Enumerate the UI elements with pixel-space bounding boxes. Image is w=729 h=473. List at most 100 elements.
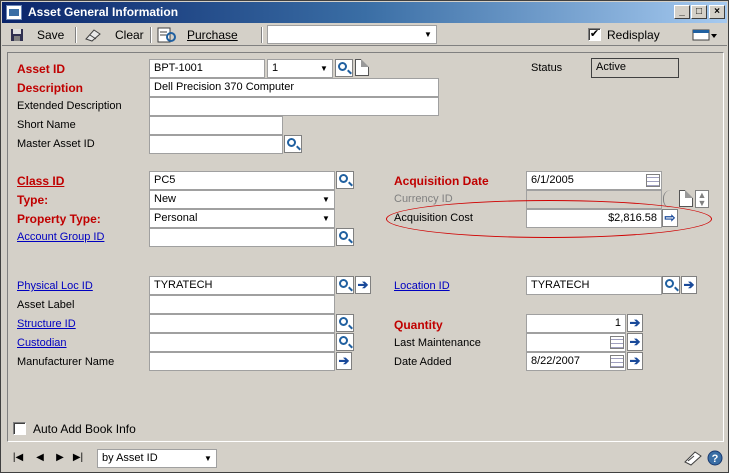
quantity-label: Quantity [394,318,443,332]
custodian-link[interactable]: Custodian [17,337,67,349]
asset-id-suffix-value: 1 [272,62,279,74]
maximize-button[interactable]: □ [691,5,707,19]
class-id-lookup-button[interactable] [336,171,354,189]
master-asset-id-label: Master Asset ID [17,138,95,150]
purchase-document-icon [157,27,176,43]
master-asset-lookup-button[interactable] [284,135,302,153]
chevron-down-icon: ▼ [424,30,432,39]
note-icon[interactable] [683,450,703,466]
manufacturer-name-field[interactable] [149,352,335,371]
previous-record-icon[interactable]: ◀ [33,451,47,465]
structure-lookup-button[interactable] [336,314,354,332]
eraser-icon [85,29,101,42]
window-options-button[interactable] [692,26,718,44]
date-added-arrow-icon[interactable]: ➔ [627,352,643,370]
status-bar: |◀ ◀ ▶ ▶| by Asset ID ▼ ? [7,447,724,469]
location-id-link[interactable]: Location ID [394,280,450,292]
description-field[interactable]: Dell Precision 370 Computer [149,78,439,97]
calendar-icon[interactable] [646,174,660,187]
manufacturer-name-label: Manufacturer Name [17,356,115,368]
asset-id-field[interactable]: BPT-1001 [149,59,265,78]
save-button[interactable]: Save [10,26,64,44]
redisplay-checkbox[interactable]: ✔ [588,28,601,41]
window-title: Asset General Information [28,5,179,19]
auto-add-book-info-label: Auto Add Book Info [33,422,136,436]
search-icon [665,279,674,288]
type-dropdown[interactable]: New ▼ [149,190,335,209]
account-group-id-field[interactable] [149,228,335,247]
calendar-icon[interactable] [610,355,624,368]
toolbar-combo[interactable]: ▼ [267,25,437,44]
acquisition-date-field[interactable]: 6/1/2005 [526,171,662,190]
search-icon [287,138,296,147]
search-icon [339,174,348,183]
auto-add-book-info-checkbox[interactable] [13,422,26,435]
close-button[interactable]: × [709,5,725,19]
asset-general-information-window: Asset General Information _ □ × Save Cle… [0,0,729,473]
structure-id-field[interactable] [149,314,335,333]
master-asset-id-field[interactable] [149,135,283,154]
asset-id-suffix-dropdown[interactable]: 1 ▼ [267,59,333,78]
asset-label-label: Asset Label [17,299,75,311]
physical-loc-id-field[interactable]: TYRATECH [149,276,335,295]
purchase-button[interactable]: Purchase [157,26,238,44]
floppy-disk-icon [11,29,23,41]
acquisition-cost-field[interactable]: $2,816.58 [526,209,662,228]
quantity-field[interactable]: 1 [526,314,626,333]
toolbar-separator [261,27,263,43]
next-record-icon[interactable]: ▶ [53,451,67,465]
asset-id-lookup-button[interactable] [335,59,353,77]
type-label: Type: [17,193,49,207]
first-record-icon[interactable]: |◀ [11,451,25,465]
manufacturer-arrow-icon[interactable]: ➔ [336,352,352,370]
custodian-lookup-button[interactable] [336,333,354,351]
chevron-down-icon: ▼ [322,195,330,204]
asset-label-field[interactable] [149,295,335,314]
account-group-lookup-button[interactable] [336,228,354,246]
search-icon [339,336,348,345]
class-id-link[interactable]: Class ID [17,174,64,188]
search-icon [339,231,348,240]
help-icon[interactable]: ? [707,450,723,466]
chevron-down-icon: ▼ [204,454,212,463]
new-document-icon[interactable] [355,59,369,76]
clear-label: Clear [115,28,144,42]
location-id-field[interactable]: TYRATECH [526,276,662,295]
sort-by-value: by Asset ID [102,452,158,464]
class-id-field[interactable]: PC5 [149,171,335,190]
asset-id-label: Asset ID [17,62,66,76]
search-icon [339,279,348,288]
extended-description-field[interactable] [149,97,439,116]
status-field: Active [591,58,679,78]
location-arrow-icon[interactable]: ➔ [681,276,697,294]
property-type-dropdown[interactable]: Personal ▼ [149,209,335,228]
date-added-label: Date Added [394,356,452,368]
window-icon [6,5,22,20]
account-group-id-link[interactable]: Account Group ID [17,231,104,243]
custodian-field[interactable] [149,333,335,352]
currency-new-icon [679,190,693,207]
clear-button[interactable]: Clear [84,26,144,44]
purchase-label: Purchase [187,28,238,42]
last-record-icon[interactable]: ▶| [71,451,85,465]
physical-loc-id-link[interactable]: Physical Loc ID [17,280,93,292]
short-name-field[interactable] [149,116,283,135]
physical-loc-lookup-button[interactable] [336,276,354,294]
extended-description-label: Extended Description [17,100,122,112]
toolbar-separator [75,27,77,43]
location-lookup-button[interactable] [662,276,680,294]
last-maintenance-arrow-icon[interactable]: ➔ [627,333,643,351]
svg-text:?: ? [712,453,719,465]
minimize-button[interactable]: _ [674,5,690,19]
search-icon [339,317,348,326]
physical-loc-arrow-icon[interactable]: ➔ [355,276,371,294]
calendar-icon[interactable] [610,336,624,349]
quantity-arrow-icon[interactable]: ➔ [627,314,643,332]
toolbar-separator [150,27,152,43]
sort-by-dropdown[interactable]: by Asset ID ▼ [97,449,217,468]
chevron-down-icon: ▼ [322,214,330,223]
structure-id-link[interactable]: Structure ID [17,318,76,330]
property-type-label: Property Type: [17,212,101,226]
short-name-label: Short Name [17,119,76,131]
acquisition-cost-expand-icon[interactable]: ⇨ [662,209,678,227]
